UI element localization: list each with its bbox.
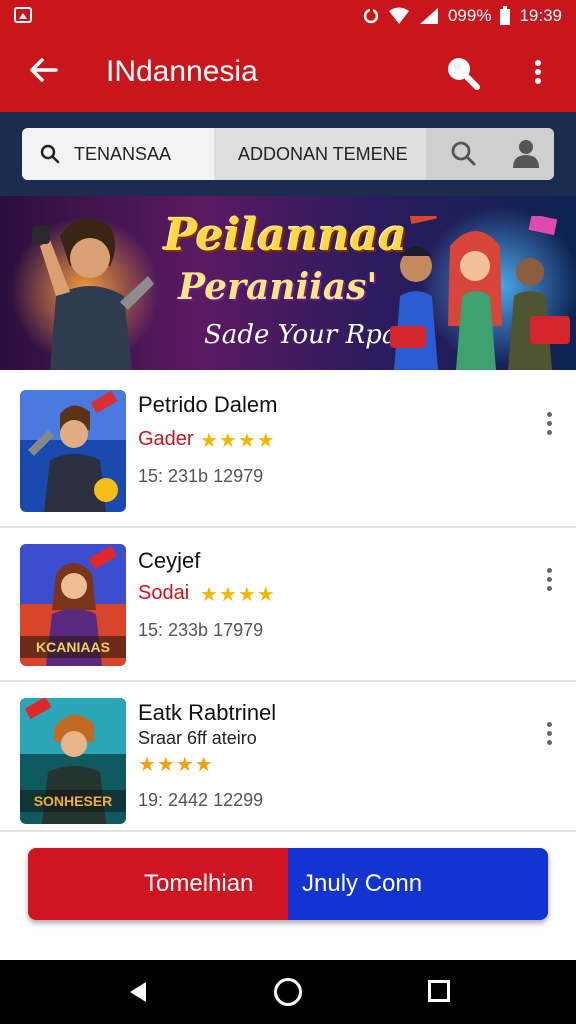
app-thumbnail: KCANIAAS: [20, 544, 126, 666]
signal-icon: [419, 8, 438, 24]
app-bar: INdannesia: [0, 32, 576, 112]
app-category: Sraar 6ff ateiro: [138, 728, 257, 748]
app-meta: 15: 231b 12979: [138, 466, 264, 486]
cta-button-group: Tomelhian Jnuly Conn: [28, 848, 548, 920]
list-item[interactable]: SONHESER Eatk Rabtrinel Sraar 6ff ateiro…: [0, 682, 576, 830]
wifi-icon: [388, 7, 409, 24]
tab-addonan-temene[interactable]: ADDONAN TEMENE: [214, 128, 426, 180]
status-right: 099% 19:39: [362, 6, 562, 26]
list-item[interactable]: Petrido Dalem Gader ★★★★ 15: 231b 12979: [0, 370, 576, 526]
cta-right-button[interactable]: Jnuly Conn: [288, 848, 548, 920]
item-more-icon[interactable]: [540, 566, 560, 594]
item-more-icon[interactable]: [540, 410, 560, 438]
battery-percent: 099%: [447, 6, 492, 25]
search-small-icon: [40, 144, 60, 164]
tab-label: TENANSAA: [74, 144, 172, 164]
sync-icon: [363, 8, 379, 24]
thumb-label: SONHESER: [34, 793, 113, 809]
battery-icon: [500, 6, 511, 25]
system-nav-bar: [0, 960, 576, 1024]
status-bar: 099% 19:39: [0, 0, 576, 32]
app-meta: 15: 233b 17979: [138, 620, 264, 640]
search-icon[interactable]: [444, 54, 480, 90]
tab-actions: [426, 128, 554, 180]
page-title: INdannesia: [106, 55, 258, 88]
cta-left-label: Tomelhian: [144, 870, 254, 897]
gallery-notification-icon: [14, 7, 32, 23]
app-thumbnail: [20, 390, 126, 512]
cta-left-button[interactable]: Tomelhian: [28, 848, 288, 920]
item-more-icon[interactable]: [540, 720, 560, 748]
search-icon[interactable]: [450, 140, 476, 166]
character-group-illustration: [390, 216, 570, 370]
banner-title: Peilannaa: [164, 210, 407, 261]
back-arrow-icon[interactable]: [28, 54, 60, 86]
tab-label: ADDONAN TEMENE: [238, 144, 408, 164]
app-category: Gader: [138, 428, 194, 450]
divider: [0, 830, 576, 832]
rating-stars: ★★★★: [200, 430, 276, 452]
hero-character-illustration: [32, 218, 154, 370]
promo-banner[interactable]: Peilannaa Peraniias' Sade Your Rpam: [0, 196, 576, 370]
user-icon[interactable]: [512, 138, 540, 168]
more-options-icon[interactable]: [524, 54, 552, 90]
thumb-label: KCANIAAS: [36, 639, 110, 655]
tab-bar: TENANSAA ADDONAN TEMENE: [0, 112, 576, 196]
app-name: Ceyjef: [138, 548, 201, 573]
tab-tenansaa[interactable]: TENANSAA: [22, 128, 214, 180]
app-category: Sodai: [138, 582, 190, 604]
list-item[interactable]: KCANIAAS Ceyjef Sodai ★★★★ 15: 233b 1797…: [0, 528, 576, 680]
app-meta: 19: 2442 12299: [138, 790, 264, 810]
app-name: Eatk Rabtrinel: [138, 700, 277, 725]
banner-title-line2: Peraniias': [178, 266, 378, 308]
rating-stars: ★★★★: [138, 754, 214, 776]
nav-back-icon[interactable]: [126, 980, 150, 1004]
app-name: Petrido Dalem: [138, 392, 278, 417]
nav-home-icon[interactable]: [274, 978, 302, 1006]
cta-right-label: Jnuly Conn: [302, 870, 423, 897]
app-thumbnail: SONHESER: [20, 698, 126, 824]
segmented-control: TENANSAA ADDONAN TEMENE: [22, 128, 554, 180]
nav-recents-icon[interactable]: [428, 980, 450, 1002]
rating-stars: ★★★★: [200, 584, 276, 606]
status-time: 19:39: [519, 6, 562, 25]
